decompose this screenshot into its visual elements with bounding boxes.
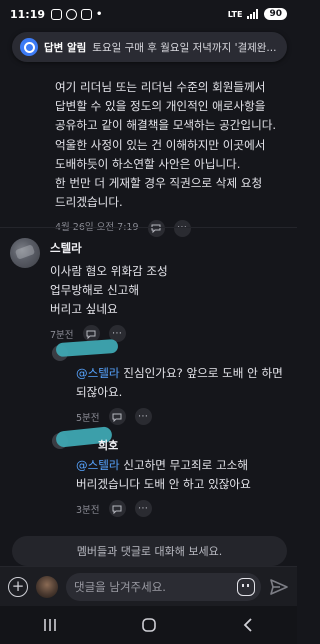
comment-timestamp: 4월 26일 오전 7:19 bbox=[55, 218, 139, 237]
comment-input[interactable]: 댓글을 남겨주세요. bbox=[66, 572, 261, 601]
reply: @스텔라 진심인가요? 앞으로 도배 안 하면 되잖아요. 5분전 ⋯ bbox=[76, 364, 283, 425]
reply-line: 되잖아요. bbox=[76, 385, 123, 399]
comment-line: 답변할 수 있을 정도의 개인적인 애로사항을 bbox=[55, 99, 266, 114]
reply-timestamp: 5분전 bbox=[76, 412, 100, 424]
reply-line: @스텔라 신고하면 무고죄로 고소해 bbox=[76, 458, 248, 472]
leader-comment: 여기 리더님 또는 리더님 수준의 회원들께서 답변할 수 있을 정도의 개인적… bbox=[55, 78, 290, 238]
send-icon[interactable] bbox=[269, 577, 289, 597]
battery-level: 90 bbox=[264, 8, 287, 20]
gallery-notification-icon bbox=[81, 8, 93, 20]
more-icon[interactable]: ⋯ bbox=[173, 219, 191, 237]
comment-line: 억울한 사정이 있는 건 이해하지만 이곳에서 bbox=[55, 137, 266, 152]
comment: 스텔라 이사람 혐오 위화감 조성 업무방해로 신고해 버리고 싶네요 7분전 … bbox=[50, 240, 168, 342]
comment-line: 이사람 혐오 위화감 조성 bbox=[50, 264, 168, 278]
back-icon[interactable] bbox=[228, 615, 268, 635]
comment-line: 여기 리더님 또는 리더님 수준의 회원들께서 bbox=[55, 80, 266, 94]
home-icon[interactable] bbox=[129, 615, 169, 635]
reply-meta: 3분전 ⋯ bbox=[76, 500, 251, 517]
avatar[interactable] bbox=[10, 238, 40, 268]
photo-notification-icon bbox=[51, 8, 63, 20]
status-bar: 11:19 • LTE 90 bbox=[0, 0, 297, 28]
app-logo-icon bbox=[20, 38, 38, 56]
signal-icon bbox=[247, 9, 259, 19]
notification-app-name: 답변 알림 bbox=[44, 41, 87, 54]
comment-line: 한 번만 더 게재할 경우 직권으로 삭제 요청 bbox=[55, 176, 263, 191]
comment-line: 공유하고 같이 해결책을 모색하는 공간입니다. bbox=[55, 118, 277, 133]
join-prompt[interactable]: 멤버들과 댓글로 대화해 보세요. bbox=[12, 536, 287, 566]
reply-line: @스텔라 진심인가요? 앞으로 도배 안 하면 bbox=[76, 366, 283, 380]
comment-timestamp: 7분전 bbox=[50, 329, 74, 341]
comment-input-placeholder: 댓글을 남겨주세요. bbox=[74, 579, 166, 594]
reply-meta: 5분전 ⋯ bbox=[76, 408, 283, 425]
network-label: LTE bbox=[227, 9, 243, 19]
mention-link[interactable]: @스텔라 bbox=[76, 458, 120, 472]
mention-link[interactable]: @스텔라 bbox=[76, 366, 120, 380]
comment-input-bar: + 댓글을 남겨주세요. bbox=[0, 566, 297, 606]
comment-line: 도배하듯이 하소연할 사안은 아닙니다. bbox=[55, 156, 241, 171]
comment-icon[interactable] bbox=[147, 219, 165, 237]
redaction-mark bbox=[55, 338, 119, 358]
divider bbox=[0, 227, 297, 228]
plus-icon[interactable]: + bbox=[8, 576, 28, 597]
comment-line: 버리고 싶네요 bbox=[50, 302, 118, 316]
comment-icon[interactable] bbox=[108, 408, 126, 425]
notification-message: 토요일 구매 후 월요일 저녁까지 '결제완... bbox=[92, 41, 277, 54]
comment-icon[interactable] bbox=[108, 500, 126, 517]
more-icon[interactable]: ⋯ bbox=[134, 408, 152, 425]
dot-icon: • bbox=[96, 8, 103, 20]
comment-meta: 4월 26일 오전 7:19 ⋯ bbox=[55, 218, 290, 237]
status-time: 11:19 bbox=[10, 7, 46, 21]
more-icon[interactable]: ⋯ bbox=[134, 500, 152, 517]
app-notification-icon bbox=[66, 8, 78, 20]
comment-line: 업무방해로 신고해 bbox=[50, 283, 140, 297]
reply-author[interactable]: 희호 bbox=[98, 437, 118, 453]
reply: @스텔라 신고하면 무고죄로 고소해 버리겠습니다 도배 안 하고 있잖아요 3… bbox=[76, 456, 251, 517]
reply-line: 버리겠습니다 도배 안 하고 있잖아요 bbox=[76, 477, 251, 491]
recent-apps-icon[interactable] bbox=[30, 615, 70, 635]
my-avatar bbox=[36, 575, 58, 598]
reply-timestamp: 3분전 bbox=[76, 504, 100, 516]
comment-line: 드리겠습니다. bbox=[55, 195, 123, 210]
answer-notification-banner[interactable]: 답변 알림 토요일 구매 후 월요일 저녁까지 '결제완... bbox=[12, 32, 287, 62]
sticker-icon[interactable] bbox=[237, 577, 255, 596]
system-nav-bar bbox=[0, 606, 297, 644]
comment-author[interactable]: 스텔라 bbox=[50, 240, 168, 256]
